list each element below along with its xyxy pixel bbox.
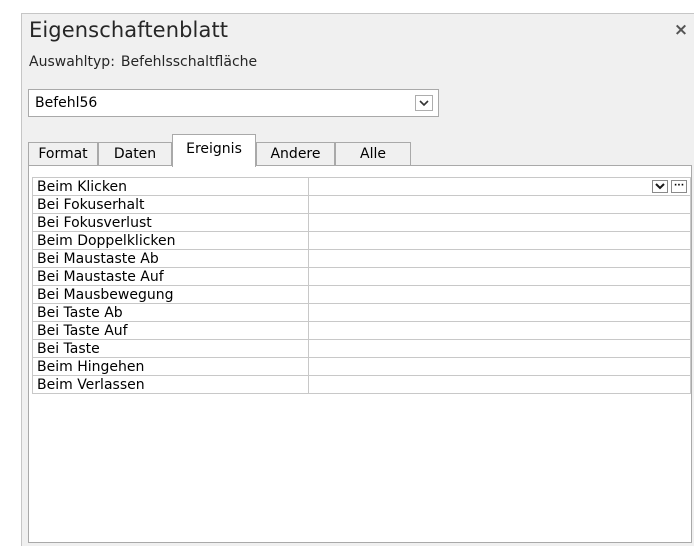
selection-type-label: Auswahltyp: — [29, 54, 115, 70]
property-value[interactable] — [308, 375, 691, 394]
property-name[interactable]: Beim Hingehen — [32, 357, 309, 376]
table-row[interactable]: Beim Klicken ··· — [32, 177, 691, 196]
property-value[interactable] — [308, 249, 691, 268]
property-value[interactable] — [308, 357, 691, 376]
table-row[interactable]: Beim Verlassen — [32, 375, 691, 394]
property-value[interactable] — [308, 285, 691, 304]
property-grid: Beim Klicken ··· Bei Fokuserhalt Bei Fokusv… — [28, 165, 692, 543]
property-value[interactable]: ··· — [308, 177, 691, 196]
property-value[interactable] — [308, 267, 691, 286]
table-row[interactable]: Bei Fokuserhalt — [32, 195, 691, 214]
property-name[interactable]: Bei Fokusverlust — [32, 213, 309, 232]
chevron-down-icon[interactable] — [415, 95, 433, 111]
table-row[interactable]: Bei Maustaste Ab — [32, 249, 691, 268]
chevron-down-icon[interactable] — [652, 180, 668, 193]
table-row[interactable]: Bei Taste Ab — [32, 303, 691, 322]
table-row[interactable]: Bei Mausbewegung — [32, 285, 691, 304]
tab-format[interactable]: Format — [28, 142, 98, 166]
property-value[interactable] — [308, 195, 691, 214]
selection-type-value: Befehlsschaltfläche — [120, 54, 258, 70]
table-row[interactable]: Bei Maustaste Auf — [32, 267, 691, 286]
table-row[interactable]: Bei Taste — [32, 339, 691, 358]
property-table: Beim Klicken ··· Bei Fokuserhalt Bei Fokusv… — [32, 177, 691, 394]
property-sheet-pane: Eigenschaftenblatt × Auswahltyp: Befehlss… — [21, 13, 694, 546]
property-name[interactable]: Beim Klicken — [32, 177, 309, 196]
property-name[interactable]: Bei Mausbewegung — [32, 285, 309, 304]
object-selector-value: Befehl56 — [35, 95, 98, 111]
panel-title: Eigenschaftenblatt — [29, 18, 229, 42]
close-icon[interactable]: × — [670, 20, 692, 40]
ellipsis-icon[interactable]: ··· — [671, 180, 687, 193]
property-name[interactable]: Bei Maustaste Ab — [32, 249, 309, 268]
property-value[interactable] — [308, 321, 691, 340]
property-name[interactable]: Bei Taste Auf — [32, 321, 309, 340]
selection-type: Auswahltyp: Befehlsschaltfläche — [29, 54, 257, 70]
property-value[interactable] — [308, 231, 691, 250]
tab-alle[interactable]: Alle — [335, 142, 411, 166]
object-selector[interactable]: Befehl56 — [28, 89, 439, 117]
table-row[interactable]: Beim Doppelklicken — [32, 231, 691, 250]
table-row[interactable]: Bei Fokusverlust — [32, 213, 691, 232]
tab-daten[interactable]: Daten — [98, 142, 172, 166]
property-value[interactable] — [308, 303, 691, 322]
property-name[interactable]: Bei Taste Ab — [32, 303, 309, 322]
table-row[interactable]: Bei Taste Auf — [32, 321, 691, 340]
row-buttons: ··· — [652, 180, 687, 193]
property-name[interactable]: Bei Maustaste Auf — [32, 267, 309, 286]
tab-ereignis[interactable]: Ereignis — [172, 134, 256, 167]
table-row[interactable]: Beim Hingehen — [32, 357, 691, 376]
property-name[interactable]: Beim Doppelklicken — [32, 231, 309, 250]
property-value[interactable] — [308, 213, 691, 232]
property-name[interactable]: Beim Verlassen — [32, 375, 309, 394]
property-name[interactable]: Bei Fokuserhalt — [32, 195, 309, 214]
property-name[interactable]: Bei Taste — [32, 339, 309, 358]
tab-andere[interactable]: Andere — [256, 142, 335, 166]
property-value[interactable] — [308, 339, 691, 358]
